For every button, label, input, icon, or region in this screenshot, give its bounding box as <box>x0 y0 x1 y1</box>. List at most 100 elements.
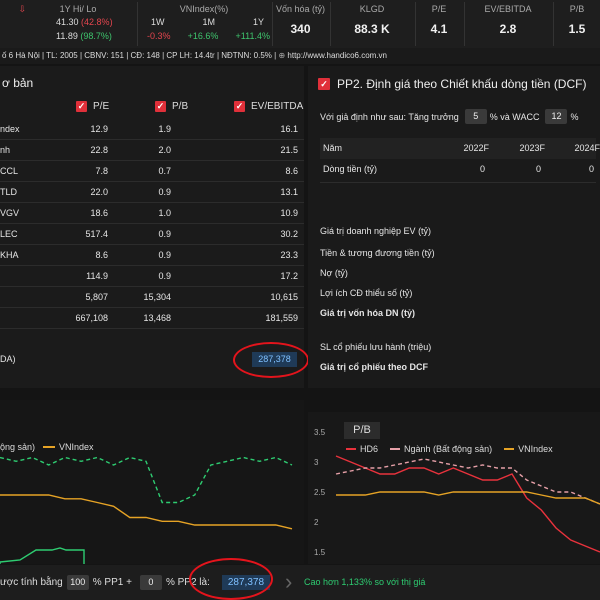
y-tick-label: 3 <box>314 458 319 467</box>
cashflow-row: Dòng tiền (tỷ) 0 0 0 <box>323 164 594 174</box>
stats-bar: ⇩ 1Y Hi/ Lo 41.30 (42.8%) 11.89 (98.7%) … <box>0 0 600 48</box>
company-info-text: ố 6 Hà Nội | TL: 2005 | CBNV: 151 | CĐ: … <box>2 51 277 60</box>
checkbox-checked-icon[interactable]: ✓ <box>155 101 166 112</box>
peer-ev: 13.1 <box>280 187 298 197</box>
period-values: -0.3% +16.6% +111.4% <box>145 31 270 41</box>
vnindex-1m: +16.6% <box>187 31 219 41</box>
growth-input[interactable]: 5 <box>464 109 487 124</box>
pp2-panel: ✓ PP2. Định giá theo Chiết khấu dòng tiề… <box>308 66 600 388</box>
peer-pe: 18.6 <box>90 208 108 218</box>
hilo-label: 1Y Hi/ Lo <box>59 4 97 14</box>
peer-ev: 10,615 <box>270 292 298 302</box>
peer-pe: 8.6 <box>95 250 108 260</box>
pp2-header[interactable]: ✓ PP2. Định giá theo Chiết khấu dòng tiề… <box>318 77 586 91</box>
peer-pe: 22.0 <box>90 187 108 197</box>
y-tick-label: 1.5 <box>314 548 326 557</box>
assumption-row: Với giả định như sau: Tăng trưởng 5 % và… <box>320 109 578 124</box>
vnindex-label: VNIndex(%) <box>179 4 229 14</box>
equity-label: Giá trị vốn hóa DN (tỷ) <box>320 308 416 318</box>
right-chart-panel: P/B HD6 Ngành (Bất động sản) VNIndex 3.5… <box>308 412 600 564</box>
peer-ev: 181,559 <box>265 313 298 323</box>
globe-icon: ⊕ <box>278 51 286 60</box>
peer-pb: 0.7 <box>158 166 171 176</box>
right-line-chart: 3.5 3 2.5 2 1.5 <box>314 428 600 557</box>
checkbox-checked-icon[interactable]: ✓ <box>234 101 245 112</box>
dcf-table-header: Năm 2022F 2023F 2024F <box>320 138 600 159</box>
vnindex-1w: -0.3% <box>147 31 171 41</box>
checkbox-checked-icon[interactable]: ✓ <box>318 78 330 90</box>
peer-pb: 13,468 <box>143 313 171 323</box>
tab-1m[interactable]: 1M <box>202 17 215 29</box>
stat-ev-ebitda: EV/EBITDA 2.8 <box>484 4 532 36</box>
pp1-title: ơ bản <box>2 76 34 90</box>
series-line-2 <box>336 491 600 505</box>
peer-pb: 0.9 <box>158 271 171 281</box>
peer-name: KHA <box>0 250 19 260</box>
peer-name: LEC <box>0 229 18 239</box>
peer-ev: 23.3 <box>280 250 298 260</box>
peer-pe: 12.9 <box>90 124 108 134</box>
pp1-panel: ơ bản ✓ P/E ✓ P/B ✓ EV/EBITDA ndex 12.9 1.… <box>0 66 309 388</box>
lo-value: 11.89 (98.7%) <box>56 31 112 41</box>
peer-pb: 15,304 <box>143 292 171 302</box>
peer-pb: 1.9 <box>158 124 171 134</box>
y-tick-label: 2.5 <box>314 488 326 497</box>
col-pb-header[interactable]: ✓ P/B <box>155 101 188 112</box>
peer-pb: 2.0 <box>158 145 171 155</box>
peer-name: VGV <box>0 208 20 218</box>
y-tick-label: 3.5 <box>314 428 326 437</box>
shares-label: SL cổ phiếu lưu hành (triệu) <box>320 342 432 352</box>
stat-volume: KLGD 88.3 K <box>354 4 390 36</box>
upside-note: Cao hơn 1,133% so với thị giá <box>304 577 426 587</box>
cash-label: Tiền & tương đương tiền (tỷ) <box>320 248 435 258</box>
peer-pe: 114.9 <box>86 271 108 281</box>
col-ev-header[interactable]: ✓ EV/EBITDA <box>234 101 303 112</box>
period-tabs: 1W 1M 1Y <box>145 17 270 29</box>
pp2-weight-input[interactable]: 0 <box>139 575 162 590</box>
peer-pe: 667,108 <box>75 313 108 323</box>
col-pe-header[interactable]: ✓ P/E <box>76 101 109 112</box>
peer-pb: 0.9 <box>158 229 171 239</box>
stat-pe: P/E 4.1 <box>430 4 448 36</box>
vnindex-1y: +111.4% <box>235 31 270 41</box>
highlight-circle <box>189 558 273 600</box>
website-link[interactable]: http://www.handico6.com.vn <box>287 51 387 60</box>
checkbox-checked-icon[interactable]: ✓ <box>76 101 87 112</box>
result-label: DA) <box>0 354 16 364</box>
peer-pe: 7.8 <box>95 166 108 176</box>
series-line-extra <box>0 547 85 564</box>
ev-label: Giá trị doanh nghiệp EV (tỷ) <box>320 226 432 236</box>
peer-pb: 0.9 <box>158 250 171 260</box>
left-line-chart <box>0 456 293 564</box>
minority-label: Lợi ích CĐ thiểu số (tỷ) <box>320 288 413 298</box>
peer-ev: 8.6 <box>285 166 298 176</box>
price-arrow-icon: ⇩ <box>18 4 26 14</box>
peer-ev: 16.1 <box>280 124 298 134</box>
pp1-weight-input[interactable]: 100 <box>66 575 89 590</box>
hi-value: 41.30 (42.8%) <box>56 17 113 27</box>
peer-ev: 17.2 <box>280 271 298 281</box>
dcf-price-label: Giá trị cổ phiếu theo DCF <box>320 362 429 372</box>
peer-ev: 10.9 <box>280 208 298 218</box>
peer-pe: 517.4 <box>85 229 108 239</box>
y-tick-label: 2 <box>314 518 319 527</box>
peer-pe: 22.8 <box>90 145 108 155</box>
peer-pb: 1.0 <box>158 208 171 218</box>
tab-1y[interactable]: 1Y <box>253 17 264 29</box>
wacc-input[interactable]: 12 <box>545 109 568 124</box>
peer-ev: 21.5 <box>280 145 298 155</box>
stat-pb: P/B 1.5 <box>568 4 586 36</box>
chevron-right-icon: › <box>285 569 293 594</box>
tab-1w[interactable]: 1W <box>151 17 165 29</box>
series-line-0 <box>0 456 293 504</box>
peer-name: TLD <box>0 187 18 197</box>
series-line-0 <box>335 455 600 553</box>
peer-ev: 30.2 <box>280 229 298 239</box>
highlight-circle <box>233 342 309 378</box>
valuation-summary-bar: ược tính bằng 100 % PP1 + 0 % PP2 là: 28… <box>0 558 600 600</box>
series-line-1 <box>0 494 293 530</box>
pp2-title: PP2. Định giá theo Chiết khấu dòng tiền … <box>337 77 587 91</box>
peer-pe: 5,807 <box>85 292 108 302</box>
series-line-1 <box>335 458 600 505</box>
debt-label: Nợ (tỷ) <box>320 268 348 278</box>
